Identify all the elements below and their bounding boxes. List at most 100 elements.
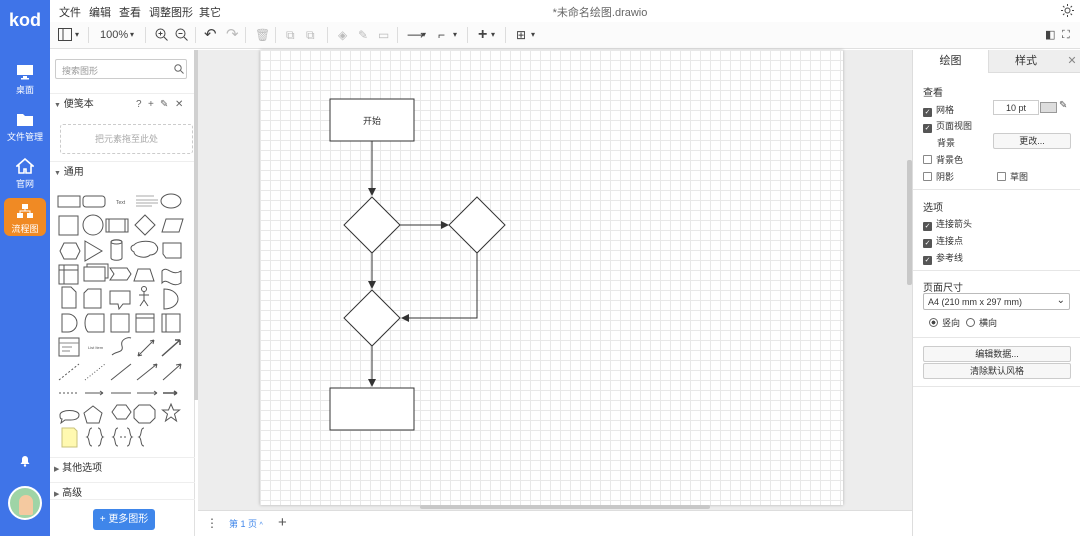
delete-icon[interactable]: 🗑 <box>255 27 270 43</box>
connection-points-row[interactable]: ✓ 连接点 <box>923 234 963 248</box>
general-header[interactable]: ▼ 通用 <box>50 161 195 183</box>
pages-menu-icon[interactable]: ⋮ <box>206 516 218 530</box>
redo-icon[interactable]: ↷ <box>226 27 239 43</box>
clear-default-style-button[interactable]: 清除默认风格 <box>923 363 1071 379</box>
decision-node-1[interactable] <box>343 196 401 254</box>
portrait-radio[interactable]: 竖向 <box>929 316 960 329</box>
line-color-icon[interactable]: ✎ <box>358 27 368 43</box>
bell-icon[interactable] <box>19 455 31 467</box>
to-back-icon[interactable]: ⧉ <box>306 27 315 43</box>
other-options-header[interactable]: ▶ 其他选项 <box>50 457 195 479</box>
grid-label: 网格 <box>936 105 955 115</box>
grid-color-swatch[interactable] <box>1040 102 1057 113</box>
rail-label-desktop: 桌面 <box>15 85 34 95</box>
rail-item-files[interactable]: 文件管理 <box>0 105 50 151</box>
add-page-icon[interactable]: + <box>278 514 287 531</box>
more-shapes-button[interactable]: + 更多图形 <box>93 509 155 530</box>
rail-label-files: 文件管理 <box>6 132 43 142</box>
waypoints-icon[interactable]: ⌐ <box>438 27 445 43</box>
zoom-dropdown-icon[interactable]: ▾ <box>130 27 134 43</box>
bg-color-checkbox-row[interactable]: 背景色 <box>923 153 963 166</box>
format-panel: 绘图 样式 ✕ 查看 ✓ 网格 10 pt ✎ ✓ 页面视图 背景 更改... 背景… <box>912 50 1080 536</box>
decision-node-2[interactable] <box>448 196 506 254</box>
connection-arrows-row[interactable]: ✓ 连接箭头 <box>923 217 972 231</box>
connection-arrows-label: 连接箭头 <box>936 219 973 229</box>
decision-node-3[interactable] <box>343 289 401 347</box>
landscape-radio[interactable]: 横向 <box>966 316 997 329</box>
folder-icon <box>17 114 33 126</box>
theme-toggle-icon[interactable] <box>1061 4 1074 17</box>
table-dropdown-icon[interactable]: ▾ <box>531 27 535 43</box>
view-section-title: 查看 <box>923 88 943 99</box>
to-front-icon[interactable]: ⧉ <box>286 27 295 43</box>
canvas-horizontal-scrollbar[interactable] <box>420 505 710 509</box>
advanced-title: 高级 <box>62 488 83 499</box>
waypoints-dropdown-icon[interactable]: ▾ <box>453 27 457 43</box>
menu-edit[interactable]: 编辑 <box>89 4 111 20</box>
home-icon <box>16 158 34 174</box>
page-bar: ⋮ 第 1 页 ^ + <box>198 510 912 537</box>
chevron-down-icon: ⌄ <box>1056 295 1065 306</box>
add-icon[interactable]: + <box>148 94 154 116</box>
background-label: 背景 <box>937 138 956 148</box>
menu-view[interactable]: 查看 <box>119 4 141 20</box>
sketch-checkbox-row[interactable]: 草图 <box>997 170 1028 183</box>
tab-diagram[interactable]: 绘图 <box>913 50 988 73</box>
format-panel-toggle-icon[interactable]: ◧ <box>1045 27 1055 43</box>
page-view-label: 页面视图 <box>936 121 973 131</box>
tab-style[interactable]: 样式 <box>988 50 1063 73</box>
panel-layout-icon[interactable] <box>58 28 72 41</box>
guides-label: 参考线 <box>936 253 964 263</box>
fullscreen-icon[interactable]: ⛶ <box>1062 27 1070 43</box>
chevron-down-icon[interactable]: ▾ <box>75 27 79 43</box>
connection-dropdown-icon[interactable]: ▾ <box>422 27 426 43</box>
edit-icon[interactable]: ✎ <box>160 94 168 116</box>
chevron-up-icon[interactable]: ^ <box>260 522 263 529</box>
grid-size-input[interactable]: 10 pt <box>993 100 1039 115</box>
insert-icon[interactable]: + <box>478 27 487 43</box>
fill-color-icon[interactable]: ◈ <box>338 27 347 43</box>
connection-points-label: 连接点 <box>936 236 964 246</box>
flowchart-diagram[interactable]: 开始 <box>260 50 843 505</box>
page-view-checkbox-row[interactable]: ✓ 页面视图 <box>923 119 972 133</box>
shape-search-input[interactable]: 搜索图形 <box>55 59 187 79</box>
page-tab-1[interactable]: 第 1 页 ^ <box>222 511 272 537</box>
zoom-level[interactable]: 100% <box>100 27 128 43</box>
grid-checkbox-row[interactable]: ✓ 网格 <box>923 103 954 117</box>
edge-decision2-to-decision3[interactable] <box>401 253 478 322</box>
change-background-button[interactable]: 更改... <box>993 133 1071 149</box>
menu-arrange[interactable]: 调整图形 <box>149 4 193 20</box>
avatar[interactable] <box>8 486 42 520</box>
rail-item-website[interactable]: 官网 <box>0 152 50 198</box>
page-size-select[interactable]: A4 (210 mm x 297 mm) ⌄ <box>923 293 1070 310</box>
scratchpad-header[interactable]: ▼ 便笺本 ? + ✎ ✕ <box>50 93 195 115</box>
bg-color-label: 背景色 <box>936 155 964 165</box>
shadow-checkbox-row[interactable]: 阴影 <box>923 170 954 183</box>
scratchpad-dropzone[interactable]: 把元素拖至此处 <box>60 124 193 154</box>
desktop-icon <box>17 65 33 80</box>
more-shapes-label: 更多图形 <box>108 514 149 525</box>
rail-item-flowchart[interactable]: 流程图 <box>4 198 46 236</box>
menu-file[interactable]: 文件 <box>59 4 81 20</box>
guides-row[interactable]: ✓ 参考线 <box>923 251 963 265</box>
menu-other[interactable]: 其它 <box>199 4 221 20</box>
shadow-icon[interactable]: ▭ <box>378 27 389 43</box>
help-icon[interactable]: ? <box>136 94 142 116</box>
search-icon[interactable] <box>174 64 184 74</box>
end-node[interactable] <box>329 387 415 431</box>
zoom-in-icon[interactable] <box>155 28 168 41</box>
toolbar: ▾ 100% ▾ ↶ ↷ 🗑 ⧉ ⧉ ◈ ✎ ▭ ⟶ ▾ ⌐ ▾ + ▾ ⊞ ▾… <box>50 22 1080 49</box>
insert-dropdown-icon[interactable]: ▾ <box>491 27 495 43</box>
table-icon[interactable]: ⊞ <box>516 27 526 43</box>
pencil-icon[interactable]: ✎ <box>1059 100 1067 111</box>
shape-library[interactable]: Text List Item <box>54 187 192 457</box>
rail-item-desktop[interactable]: 桌面 <box>0 58 50 104</box>
close-icon[interactable]: ✕ <box>175 94 183 116</box>
edit-data-button[interactable]: 编辑数据... <box>923 346 1071 362</box>
zoom-out-icon[interactable] <box>175 28 188 41</box>
app-rail: kod 桌面 文件管理 官网 流程图 <box>0 0 50 536</box>
undo-icon[interactable]: ↶ <box>204 27 217 43</box>
advanced-header[interactable]: ▶ 高级 <box>50 482 195 504</box>
panel-close-icon[interactable]: ✕ <box>1063 50 1080 73</box>
landscape-label: 横向 <box>979 318 998 328</box>
